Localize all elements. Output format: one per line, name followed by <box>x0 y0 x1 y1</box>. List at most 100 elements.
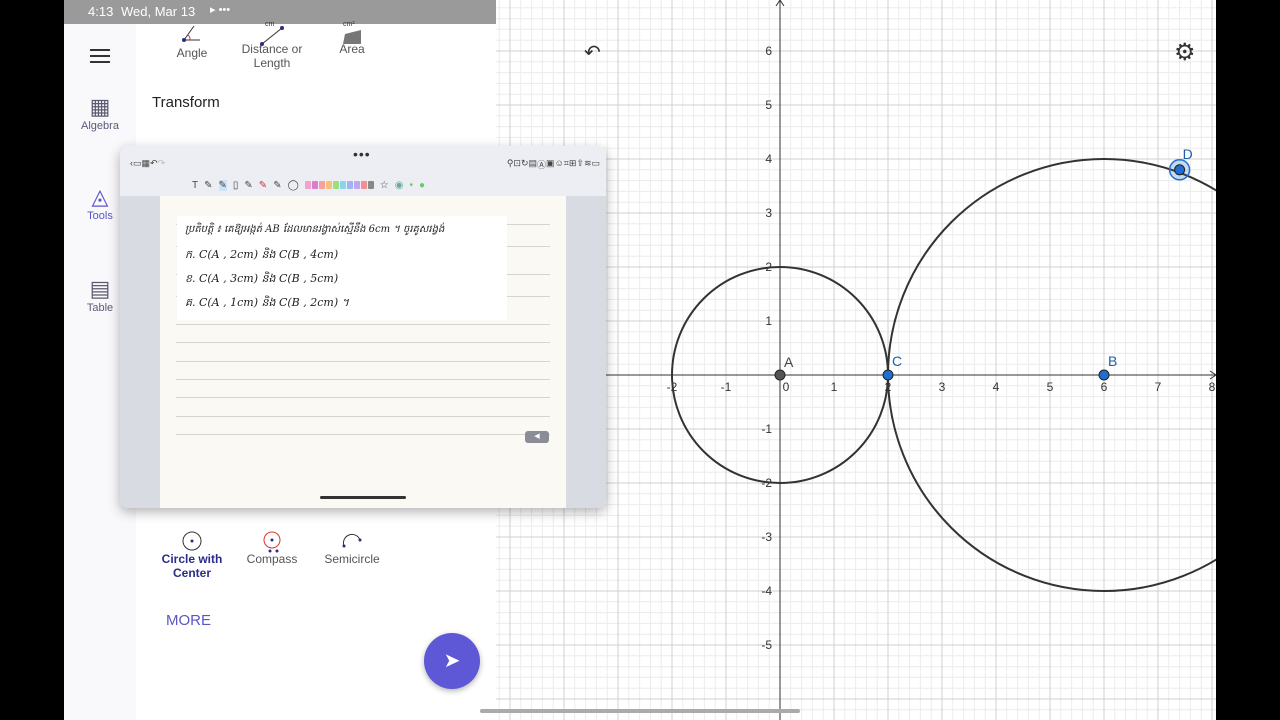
tool-compass[interactable]: Compass <box>227 530 317 566</box>
y-tick-label: 1 <box>765 314 772 328</box>
x-tick-label: 6 <box>1101 380 1108 394</box>
swatch-purple[interactable] <box>353 181 360 189</box>
swatch-red[interactable] <box>318 181 325 189</box>
swatch-magenta[interactable] <box>311 181 318 189</box>
point-a <box>774 369 786 381</box>
transform-heading: Transform <box>152 94 220 111</box>
compass-icon <box>227 530 317 553</box>
marker-icon[interactable]: ✎ <box>259 180 267 191</box>
lock-icon[interactable]: ⊡ <box>513 158 521 172</box>
tool-angle[interactable]: Angle <box>147 24 237 60</box>
eraser-icon[interactable]: ▯ <box>233 180 239 191</box>
x-tick-label: 4 <box>993 380 1000 394</box>
point-a-label: A <box>784 354 794 370</box>
exercise-line-2: ក. C(A , 2cm) និង C(B , 4cm) <box>185 248 339 261</box>
refresh-icon[interactable]: ↻ <box>521 158 529 172</box>
swatch-gray[interactable] <box>367 181 374 189</box>
swatch-blue[interactable] <box>346 181 353 189</box>
point-c <box>882 369 894 381</box>
lasso-icon[interactable]: ◯ <box>288 180 299 191</box>
tool-angle-label: Angle <box>176 46 208 60</box>
tool-area[interactable]: cm² Area <box>307 20 397 56</box>
battery-icon: 39 <box>1175 5 1194 18</box>
page-icon[interactable]: ▤ <box>529 158 538 172</box>
brush-icon[interactable]: ✎ <box>273 180 281 191</box>
link-icon[interactable]: ⚲ <box>507 158 514 172</box>
y-tick-label: -1 <box>761 422 772 436</box>
exercise-line-3: ខ. C(A , 3cm) និង C(B , 5cm) <box>185 272 339 285</box>
popup-resize-handle[interactable] <box>320 496 406 499</box>
panel-icon[interactable]: ▭ <box>591 158 600 172</box>
dot-small-icon[interactable]: • <box>409 180 413 191</box>
swatch-coral[interactable] <box>360 181 367 189</box>
undo-icon[interactable]: ↶ <box>584 40 601 65</box>
status-icons: ✱ ⍉ <box>1147 4 1168 18</box>
y-tick-label: 3 <box>765 206 772 220</box>
ruled-line <box>176 324 550 325</box>
highlighter-icon[interactable]: ✎ <box>218 179 227 191</box>
layers-icon[interactable]: ≋ <box>584 158 592 172</box>
x-tick-label: 8 <box>1209 380 1216 394</box>
x-tick-label: 5 <box>1047 380 1054 394</box>
redo-small-icon[interactable]: ↷ <box>158 158 166 172</box>
text-tool-icon[interactable]: T <box>192 180 198 191</box>
ruled-line <box>176 361 550 362</box>
ruled-line <box>176 397 550 398</box>
toolbar-spacer <box>165 158 507 172</box>
tool-semicircle[interactable]: Semicircle <box>307 530 397 566</box>
notes-popup[interactable]: ••• ‹ ▭ ▦ ↶ ↷ ⚲ ⊡ ↻ ▤ Ⓐ ▣ ☺ ⌗ ⊞ ⇪ ≋ ▭ T … <box>120 146 606 508</box>
exercise-line-4: គ. C(A , 1cm) និង C(B , 2cm) ។ <box>185 296 349 309</box>
rail-algebra[interactable]: ▦ Algebra <box>64 94 136 132</box>
size-icon[interactable]: ◉ <box>395 180 404 191</box>
ruled-line <box>176 342 550 343</box>
cursor-icon: ➤ <box>443 650 461 672</box>
y-tick-label: 5 <box>765 98 772 112</box>
favorite-icon[interactable]: ☆ <box>380 180 389 191</box>
tool-distance-label: Distance or Length <box>241 42 303 70</box>
status-right: ✱ ⍉ 39 <box>1147 4 1194 19</box>
point-b <box>1098 369 1110 381</box>
angle-icon <box>147 24 237 46</box>
menu-icon[interactable] <box>90 45 110 67</box>
tool-circle-with-center[interactable]: Circle with Center <box>147 530 237 580</box>
rail-tools-label: Tools <box>87 210 113 222</box>
tool-compass-label: Compass <box>246 552 298 566</box>
home-indicator[interactable] <box>480 709 800 713</box>
text-icon[interactable]: Ⓐ <box>537 158 546 172</box>
tool-distance[interactable]: cm Distance or Length <box>227 20 317 70</box>
more-button[interactable]: MORE <box>166 612 211 629</box>
collapse-button[interactable]: ◀ <box>525 431 549 443</box>
pencil-icon[interactable]: ✎ <box>244 180 252 191</box>
y-tick-label: -3 <box>761 530 772 544</box>
point-d <box>1174 164 1186 176</box>
swatch-orange[interactable] <box>325 181 332 189</box>
swatch-pink[interactable] <box>304 181 311 189</box>
dot-large-icon[interactable]: ● <box>419 180 425 191</box>
pointer-fab[interactable]: ➤ <box>424 633 480 689</box>
color-swatches[interactable] <box>304 181 374 189</box>
ruled-line <box>176 434 550 435</box>
grid-icon[interactable]: ▦ <box>142 158 151 172</box>
tool-circle-with-center-label: Circle with Center <box>161 552 223 580</box>
pen-icon[interactable]: ✎ <box>204 180 212 191</box>
exercise-card: ប្រតិបត្តិ ៖ គេឱ្យអង្កត់ AB ដែលមានរង្វាស… <box>177 216 507 320</box>
layout-icon[interactable]: ▭ <box>133 158 142 172</box>
y-tick-label: -4 <box>761 584 772 598</box>
point-b-label: B <box>1108 353 1117 369</box>
x-tick-label: 7 <box>1155 380 1162 394</box>
y-tick-label: -5 <box>761 638 772 652</box>
emoji-icon[interactable]: ☺ <box>555 158 564 172</box>
share-icon[interactable]: ⇪ <box>576 158 584 172</box>
add-icon[interactable]: ⊞ <box>569 158 577 172</box>
status-misc: ▸ ••• <box>210 4 231 16</box>
undo-small-icon[interactable]: ↶ <box>150 158 158 172</box>
swatch-green[interactable] <box>332 181 339 189</box>
gear-icon[interactable]: ⚙ <box>1174 38 1196 67</box>
y-tick-label: 6 <box>765 44 772 58</box>
swatch-cyan[interactable] <box>339 181 346 189</box>
image-icon[interactable]: ▣ <box>546 158 555 172</box>
x-tick-label: 1 <box>831 380 838 394</box>
status-date: Wed, Mar 13 <box>121 4 196 19</box>
status-bar: 4:13 Wed, Mar 13 ▸ ••• ✱ ⍉ 39 <box>64 0 1216 24</box>
ruled-line <box>176 416 550 417</box>
